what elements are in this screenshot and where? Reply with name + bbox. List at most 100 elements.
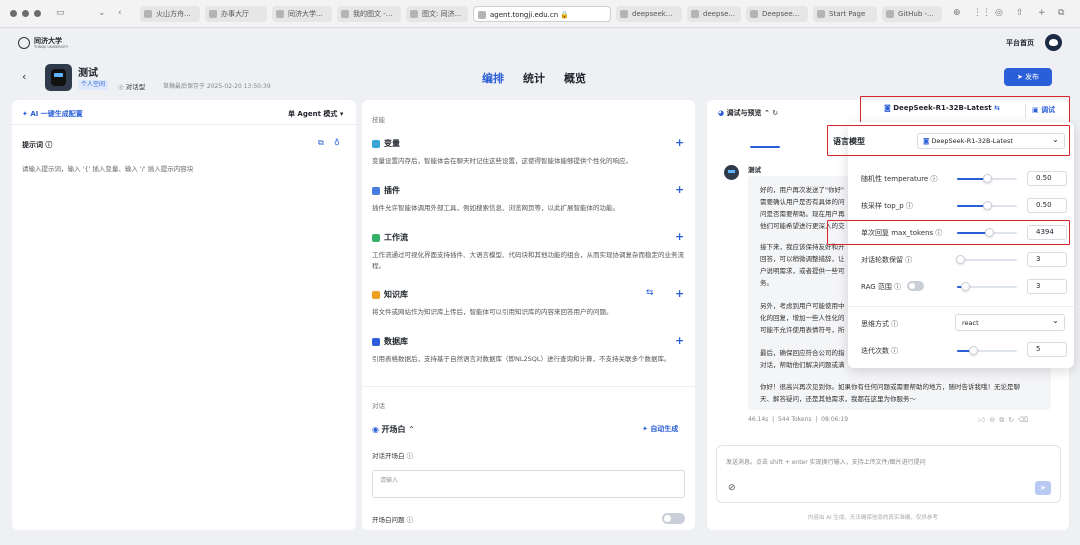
publish-button[interactable]: ➤ 发布	[1004, 68, 1052, 86]
tab-orchestrate[interactable]: 编排	[482, 70, 504, 86]
iterations-input[interactable]: 5	[1027, 342, 1067, 357]
browser-tab[interactable]: 火山方舟...	[140, 6, 200, 22]
add-workflow-button[interactable]: +	[675, 230, 684, 243]
grid-icon[interactable]: ⋮⋮	[973, 8, 991, 19]
auto-generate-button[interactable]: ✦ 自动生成	[642, 424, 678, 434]
workflow-icon	[372, 233, 380, 242]
history-rounds-input[interactable]: 3	[1027, 252, 1067, 267]
thumbs-up-icon: 👍︎	[978, 416, 990, 424]
tab-overview-icon[interactable]: ⧉	[1058, 8, 1064, 19]
add-knowledge-button[interactable]: +	[675, 287, 684, 300]
attachment-icon[interactable]: ⊘	[728, 483, 736, 493]
top-p-slider[interactable]	[957, 201, 1017, 210]
skills-title: 技能	[372, 116, 385, 124]
message-meta: 46.14s | 544 Tokens | 08:06:19	[748, 416, 849, 423]
browser-tab[interactable]: deepseek...	[616, 6, 682, 22]
skill-plugin-header[interactable]: 插件	[372, 185, 400, 196]
avatar[interactable]	[1045, 34, 1062, 51]
history-rounds-label: 对话轮数保留 ⓘ	[861, 256, 913, 264]
download-icon[interactable]: ⊕	[953, 8, 961, 19]
send-button[interactable]: ➤	[1035, 481, 1051, 495]
tab-statistics[interactable]: 统计	[523, 70, 545, 86]
knowledge-icon	[372, 290, 380, 299]
browser-tab[interactable]: 办事大厅	[205, 6, 267, 22]
top-p-label: 核采样 top_p ⓘ	[861, 202, 913, 210]
add-plugin-button[interactable]: +	[675, 183, 684, 196]
new-tab-icon[interactable]: +	[1038, 8, 1046, 19]
mode-select[interactable]: 单 Agent 模式 ▾	[288, 109, 343, 119]
browser-tab[interactable]: Start Page	[813, 6, 877, 22]
scroll-indicator	[750, 146, 780, 148]
copy-icon: ⧉	[999, 416, 1009, 424]
chevron-up-icon: ⌃	[408, 425, 415, 434]
database-icon	[372, 337, 380, 346]
skill-knowledge-header[interactable]: 知识库	[372, 289, 408, 300]
opening-question-label: 开场白问题 ⓘ	[372, 516, 414, 524]
tab-overview[interactable]: 概览	[564, 70, 586, 86]
share-icon[interactable]: ⇧	[1016, 8, 1024, 19]
opening-textarea[interactable]: 请输入	[372, 470, 685, 498]
opening-header[interactable]: ◉ 开场白 ⌃	[372, 424, 415, 435]
sidebar-icon[interactable]: ▭	[56, 8, 65, 19]
message-actions[interactable]: 👍︎⊖⧉↻⌫	[978, 415, 1032, 425]
opening-icon: ◉	[372, 425, 382, 434]
iterations-label: 迭代次数 ⓘ	[861, 347, 899, 355]
add-variable-button[interactable]: +	[675, 136, 684, 149]
temperature-slider[interactable]	[957, 174, 1017, 183]
skill-workflow-desc: 工作流通过可视化界面支持插件、大语言模型、代码块和其他功能的组合，从而实现协调复…	[372, 251, 684, 270]
browser-tab-active[interactable]: agent.tongji.edu.cn 🔒	[473, 6, 611, 22]
settings-sliders-icon[interactable]: ⇆	[646, 288, 654, 298]
thumbs-down-icon: ⊖	[989, 416, 1000, 424]
iterations-slider[interactable]	[957, 346, 1017, 355]
app-header: 同济大学 TONGJI UNIVERSITY 平台首页	[0, 28, 1080, 58]
skill-variable-desc: 变量设置内存后，智能体会在聊天时记住这些设置，这使得智能体能够提供个性化的响应。	[372, 157, 632, 165]
highlight-box-lang-model	[827, 125, 1070, 156]
zoom-window-dot[interactable]	[34, 10, 41, 17]
browser-tab[interactable]: 图文: 同济...	[406, 6, 468, 22]
divider	[12, 124, 356, 125]
rag-range-slider[interactable]	[957, 282, 1017, 291]
message-line: 需要确认用户是否有具体的问	[760, 198, 845, 206]
refresh-icon[interactable]: ↻	[772, 109, 778, 117]
skill-database-header[interactable]: 数据库	[372, 336, 408, 347]
browser-tab[interactable]: deepse...	[687, 6, 741, 22]
agent-avatar	[45, 64, 72, 91]
bulb-icon[interactable]: ♁	[334, 138, 340, 147]
home-link[interactable]: 平台首页	[1006, 38, 1034, 48]
skill-variable-header[interactable]: 变量	[372, 138, 400, 149]
message-line: 化的回复，增加一些人性化的	[760, 314, 845, 322]
browser-tab[interactable]: Deepsee...	[746, 6, 808, 22]
bot-avatar	[724, 165, 739, 180]
add-database-button[interactable]: +	[675, 334, 684, 347]
prompt-input[interactable]: 请输入提示词，输入 '{' 插入变量、输入 '/' 插入提示内容块	[22, 163, 193, 173]
top-p-input[interactable]: 0.50	[1027, 198, 1067, 213]
thinking-mode-select[interactable]: react ⌄	[955, 314, 1065, 331]
back-icon[interactable]: ‹	[118, 8, 122, 19]
bot-name: 测试	[748, 166, 761, 174]
opening-question-toggle[interactable]	[662, 513, 685, 524]
message-line: 对话，帮助他们解决问题或满	[760, 361, 845, 369]
history-rounds-slider[interactable]	[956, 255, 1017, 264]
message-line: 最后，确保回应符合公司的指	[760, 349, 845, 357]
rag-toggle[interactable]	[907, 281, 924, 291]
university-logo-icon	[18, 37, 30, 49]
chevron-down-icon[interactable]: ⌄	[98, 8, 106, 19]
temperature-input[interactable]: 0.50	[1027, 171, 1067, 186]
skill-workflow-header[interactable]: 工作流	[372, 232, 408, 243]
skill-knowledge-desc: 将文件或网站作为知识库上传后，智能体可以引用知识库的内容来回答用户的问题。	[372, 308, 613, 316]
browser-tab[interactable]: 我的图文 -...	[337, 6, 401, 22]
agent-type: ◎ 对话型	[118, 83, 146, 91]
browser-tab[interactable]: GitHub -...	[882, 6, 942, 22]
rag-range-label: RAG 范围 ⓘ	[861, 283, 902, 291]
message-input[interactable]: 发送消息。点击 shift + enter 实现换行输入，支持上传文件/图片进行…	[716, 445, 1061, 503]
plugin-icon	[372, 186, 380, 195]
copy-icon[interactable]: ⧉	[318, 138, 324, 148]
caret-down-icon: ▾	[339, 110, 344, 118]
browser-tab[interactable]: 同济大学...	[272, 6, 332, 22]
rag-range-input[interactable]: 3	[1027, 279, 1067, 294]
extension-icon[interactable]: ◎	[995, 8, 1003, 19]
back-arrow-icon[interactable]: ‹	[22, 70, 26, 83]
close-window-dot[interactable]	[10, 10, 17, 17]
minimize-window-dot[interactable]	[22, 10, 29, 17]
ai-config-button[interactable]: ✦ AI 一键生成配置	[22, 109, 83, 119]
